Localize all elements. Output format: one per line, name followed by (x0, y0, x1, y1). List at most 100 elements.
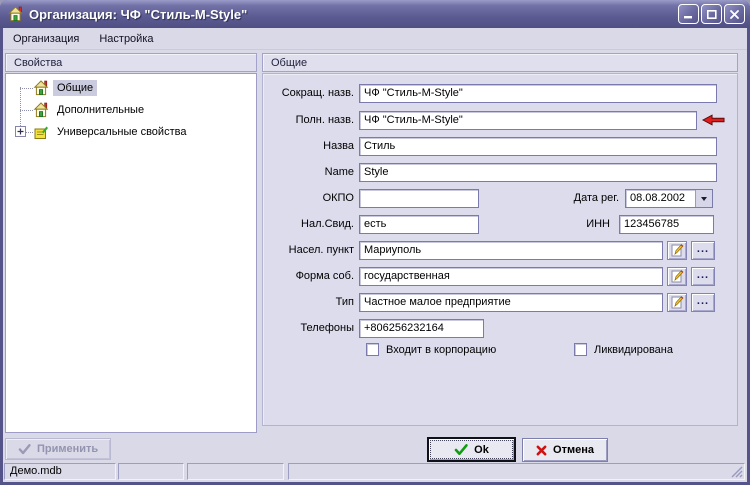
tree-item-label[interactable]: Универсальные свойства (53, 124, 190, 140)
liquidated-checkbox[interactable] (574, 343, 587, 356)
tree-item-general[interactable]: Общие (6, 78, 256, 98)
field-row-ownership: Форма соб. ... (263, 266, 737, 286)
menu-bar: Организация Настройка (3, 28, 747, 50)
apply-button[interactable]: Применить (5, 438, 111, 460)
type-label: Тип (335, 296, 354, 308)
field-row-city: Насел. пункт ... (263, 240, 737, 260)
field-row-name: Name (263, 162, 737, 182)
notebook-icon (33, 124, 49, 140)
status-panel (118, 463, 184, 480)
cancel-button[interactable]: Отмена (522, 438, 608, 462)
tax-cert-input[interactable] (359, 214, 479, 234)
short-name-input[interactable] (359, 83, 717, 103)
corporation-checkbox[interactable] (366, 343, 379, 356)
inn-label: ИНН (586, 218, 610, 230)
status-panel (187, 463, 284, 480)
maximize-icon (706, 9, 717, 19)
field-row-okpo-date: ОКПО Дата рег. 08.08.2002 (263, 188, 737, 208)
nazva-label: Назва (323, 140, 354, 152)
reg-date-value: 08.08.2002 (630, 191, 686, 204)
corporation-checkbox-group: Входит в корпорацию (366, 343, 496, 356)
reg-date-dropdown-button[interactable] (695, 189, 712, 207)
edit-pencil-icon (670, 295, 684, 309)
organization-dialog: Организация: ЧФ "Стиль-M-Style" Организа… (0, 0, 750, 485)
menu-settings[interactable]: Настройка (93, 30, 159, 48)
city-edit-button[interactable] (667, 240, 687, 260)
reg-date-label: Дата рег. (573, 192, 619, 204)
status-panel (288, 463, 745, 480)
field-row-taxcert-inn: Нал.Свид. ИНН (263, 214, 737, 234)
menu-organization[interactable]: Организация (7, 30, 85, 48)
close-button[interactable] (724, 4, 745, 24)
liquidated-checkbox-label: Ликвидирована (594, 343, 673, 356)
tree-item-universal-properties[interactable]: Универсальные свойства (6, 122, 256, 142)
full-name-input[interactable] (359, 110, 697, 130)
status-bar: Демо.mdb (3, 462, 747, 482)
window-controls (678, 4, 745, 24)
cancel-button-label: Отмена (553, 444, 594, 456)
titlebar: Организация: ЧФ "Стиль-M-Style" (0, 0, 750, 28)
nazva-input[interactable] (359, 136, 717, 156)
ownership-edit-button[interactable] (667, 266, 687, 286)
check-icon (18, 444, 31, 455)
general-form-panel: Сокращ. назв. Полн. назв. Назва Name ОКП… (262, 73, 738, 426)
tax-cert-label: Нал.Свид. (301, 218, 354, 230)
chevron-down-icon (701, 196, 707, 204)
resize-grip[interactable] (730, 465, 743, 478)
focus-rectangle (430, 440, 513, 459)
house-icon (33, 80, 49, 96)
inn-input[interactable] (619, 214, 714, 234)
tree-item-label[interactable]: Дополнительные (53, 102, 148, 118)
form-header: Общие (262, 53, 738, 72)
edit-pencil-icon (670, 243, 684, 257)
field-row-phones: Телефоны (263, 318, 737, 338)
maximize-button[interactable] (701, 4, 722, 24)
house-icon (33, 102, 49, 118)
name-label: Name (324, 166, 354, 178)
attention-arrow-icon (702, 114, 725, 126)
liquidated-checkbox-group: Ликвидирована (574, 343, 673, 356)
tree-expand-button[interactable] (15, 126, 26, 137)
ok-button[interactable]: Ok (427, 437, 516, 462)
plus-icon (16, 127, 25, 136)
ownership-browse-button[interactable]: ... (691, 266, 715, 286)
okpo-input[interactable] (359, 188, 479, 208)
status-panel-database: Демо.mdb (4, 463, 116, 480)
edit-pencil-icon (670, 269, 684, 283)
field-row-type: Тип ... (263, 292, 737, 312)
tree-item-label[interactable]: Общие (53, 80, 98, 96)
tree-stub (26, 132, 33, 133)
close-icon (730, 9, 739, 19)
phones-input[interactable] (359, 318, 484, 338)
tree-item-additional[interactable]: Дополнительные (6, 100, 256, 120)
apply-button-label: Применить (37, 443, 99, 455)
ownership-label: Форма соб. (295, 270, 354, 282)
tree-stub (20, 88, 33, 89)
type-browse-button[interactable]: ... (691, 292, 715, 312)
ok-button-label: Ok (474, 443, 489, 456)
city-input[interactable] (359, 240, 663, 260)
window-title: Организация: ЧФ "Стиль-M-Style" (29, 6, 248, 22)
field-row-nazva: Назва (263, 136, 737, 156)
minimize-button[interactable] (678, 4, 699, 24)
full-name-label: Полн. назв. (295, 114, 354, 126)
app-house-icon (7, 6, 24, 22)
ownership-input[interactable] (359, 266, 663, 286)
type-edit-button[interactable] (667, 292, 687, 312)
reg-date-combobox[interactable]: 08.08.2002 (625, 188, 713, 208)
city-browse-button[interactable]: ... (691, 240, 715, 260)
okpo-label: ОКПО (322, 192, 354, 204)
corporation-checkbox-label: Входит в корпорацию (386, 343, 497, 356)
field-row-full-name: Полн. назв. (263, 110, 737, 130)
minimize-icon (684, 15, 692, 18)
properties-tree: Общие Дополнительные Универсальные свойс… (5, 73, 257, 433)
sidebar-header: Свойства (5, 53, 257, 72)
check-icon (454, 444, 468, 456)
cross-icon (536, 445, 547, 456)
city-label: Насел. пункт (288, 244, 354, 256)
short-name-label: Сокращ. назв. (281, 87, 354, 99)
tree-stub (20, 110, 33, 111)
phones-label: Телефоны (300, 322, 354, 334)
name-input[interactable] (359, 162, 717, 182)
type-input[interactable] (359, 292, 663, 312)
